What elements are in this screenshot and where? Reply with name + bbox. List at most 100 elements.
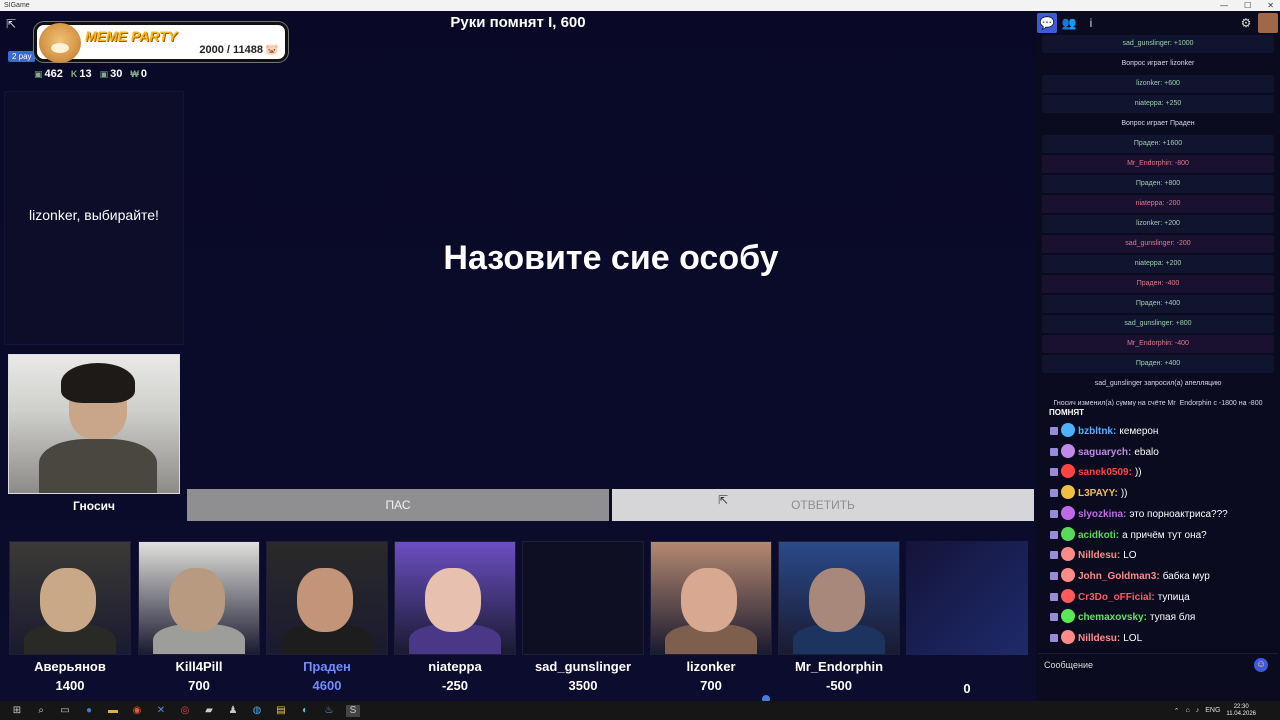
question-text: Назовите сие особу <box>443 239 779 277</box>
overlay-brand: MEME PARTY <box>85 28 178 44</box>
chrome-icon[interactable]: ◉ <box>130 705 144 717</box>
maximize-button[interactable]: ☐ <box>1244 0 1251 11</box>
chat-nick[interactable]: chemaxovsky: <box>1078 612 1147 623</box>
chat-text: тупая бля <box>1149 612 1196 624</box>
app-icon-1[interactable]: ● <box>82 705 96 717</box>
pass-button[interactable]: ПАС <box>187 489 609 521</box>
log-item: sad_gunslinger: -200 <box>1042 235 1274 253</box>
chat-message: Nilldesu: LOL <box>1050 629 1142 649</box>
player-card[interactable]: Mr_Endorphin -500 <box>778 541 900 693</box>
log-item: Праден: -400 <box>1042 275 1274 293</box>
clock[interactable]: 22:30 11.04.2026 <box>1226 704 1256 718</box>
player-video <box>650 541 772 655</box>
player-card[interactable]: niateppa -250 <box>394 541 516 693</box>
chat-avatar <box>1061 630 1075 644</box>
player-name: Mr_Endorphin <box>794 659 884 674</box>
chat-tab-icon[interactable]: 💬 <box>1037 13 1057 33</box>
chat-message: chemaxovsky: тупая бля <box>1050 608 1195 628</box>
info-tab-icon[interactable]: i <box>1081 13 1101 33</box>
player-card[interactable]: lizonker 700 <box>650 541 772 693</box>
chat-text: )) <box>1134 467 1142 479</box>
log-item: Вопрос играет Праден <box>1042 115 1274 133</box>
game-area: ⇱ Руки помнят I, 600 2 рау MEME PARTY 20… <box>0 11 1036 703</box>
folder-icon[interactable]: ▬ <box>106 705 120 717</box>
twitch-icon <box>1050 427 1058 435</box>
chat-nick[interactable]: slyozkina: <box>1078 509 1126 520</box>
chat-nick[interactable]: Cr3Do_oFFicial: <box>1078 592 1155 603</box>
system-tray: ⌃ ⌂ ♪ ENG 22:30 11.04.2026 <box>1174 701 1256 720</box>
twitch-icon <box>1050 447 1058 456</box>
players-tab-icon[interactable]: 👥 <box>1059 13 1079 33</box>
chat-avatar <box>1061 485 1075 500</box>
twitch-icon <box>1050 634 1058 642</box>
chat-text: ebalo <box>1134 446 1159 458</box>
chat-message: saguarych: ebalo <box>1050 443 1159 463</box>
log-item: niateppa: +200 <box>1042 255 1274 273</box>
app-icon-3[interactable]: ◎ <box>178 705 192 717</box>
player-video <box>394 541 516 655</box>
twitch-icon <box>1050 592 1058 601</box>
chat-nick[interactable]: Nilldesu: <box>1078 633 1120 644</box>
network-icon[interactable]: ⌂ <box>1186 707 1190 714</box>
taskview-icon[interactable]: ▭ <box>58 705 72 717</box>
twitch-icon <box>1050 551 1058 560</box>
chat-nick[interactable]: Nilldesu: <box>1078 550 1120 561</box>
sigame-taskbar-icon[interactable]: S <box>346 704 360 717</box>
log-item: lizonker: +200 <box>1042 215 1274 233</box>
mouse-cursor-icon: ⇱ <box>718 493 729 507</box>
chat-avatar <box>1061 567 1075 582</box>
gear-icon[interactable]: ⚙ <box>1236 13 1256 33</box>
player-card[interactable]: Аверьянов 1400 <box>9 541 131 693</box>
minimize-button[interactable]: — <box>1220 0 1228 11</box>
volume-icon[interactable]: ♪ <box>1196 707 1200 714</box>
search-icon[interactable]: ⌕ <box>34 705 48 717</box>
chooser-text: lizonker, выбирайте! <box>29 207 159 223</box>
player-score: 3500 <box>568 678 598 693</box>
message-input[interactable]: Сообщение ☺ <box>1038 653 1278 675</box>
chat-message: Cr3Do_oFFicial: тупица <box>1050 588 1190 608</box>
player-score: 4600 <box>312 678 342 693</box>
chat-nick[interactable]: L3PAYY: <box>1078 488 1118 499</box>
steam-icon[interactable]: ♨ <box>322 705 336 717</box>
player-name: Kill4Pill <box>175 659 223 674</box>
log-item: sad_gunslinger: +1000 <box>1042 35 1274 53</box>
twitch-icon <box>1050 530 1058 539</box>
app-icon-8[interactable]: ◐ <box>298 705 312 717</box>
chat-nick[interactable]: bzbltnk: <box>1078 426 1116 437</box>
chat-nick[interactable]: acidkoti: <box>1078 530 1119 541</box>
start-icon[interactable]: ⊞ <box>10 705 24 717</box>
player-card[interactable]: sad_gunslinger 3500 <box>522 541 644 693</box>
answer-button[interactable]: ОТВЕТИТЬ <box>612 489 1034 521</box>
player-score: 700 <box>188 678 210 693</box>
app-icon-2[interactable]: ✕ <box>154 705 168 717</box>
close-button[interactable]: ✕ <box>1267 0 1274 11</box>
tray-arrow-icon[interactable]: ⌃ <box>1174 707 1180 715</box>
chat-nick[interactable]: sanek0509: <box>1078 467 1132 478</box>
chat-text: тупица <box>1157 591 1190 603</box>
app-icon-4[interactable]: ▰ <box>202 705 216 717</box>
player-card[interactable]: Праден 4600 <box>266 541 388 693</box>
chat-nick[interactable]: saguarych: <box>1078 447 1131 458</box>
app-icon-5[interactable]: ♟ <box>226 705 240 717</box>
chat-nick[interactable]: John_Goldman3: <box>1078 571 1160 582</box>
windows-taskbar: ⊞ ⌕ ▭ ● ▬ ◉ ✕ ◎ ▰ ♟ ◍ ▤ ◐ ♨ S ⌃ ⌂ ♪ ENG … <box>0 701 1280 720</box>
host-name: Гносич <box>73 499 115 513</box>
empty-player-slot <box>906 541 1028 655</box>
emoji-icon[interactable]: ☺ <box>1254 658 1268 672</box>
player-video <box>9 541 131 655</box>
player-score: -250 <box>441 678 469 693</box>
window-titlebar: SIGame — ☐ ✕ <box>0 0 1280 11</box>
player-name: Праден <box>303 659 351 674</box>
language-indicator[interactable]: ENG <box>1205 707 1220 714</box>
chat-text: LOL <box>1123 633 1143 644</box>
host-video <box>8 354 180 494</box>
app-icon-6[interactable]: ◍ <box>250 705 264 717</box>
stat-live: ▣ 30 <box>99 68 123 80</box>
player-video <box>266 541 388 655</box>
app-icon-7[interactable]: ▤ <box>274 705 288 717</box>
chat-avatar <box>1061 464 1075 479</box>
player-card[interactable]: Kill4Pill 700 <box>138 541 260 693</box>
player-name: Аверьянов <box>34 659 106 674</box>
avatar[interactable] <box>1258 13 1278 33</box>
chat-text: кемерон <box>1119 426 1159 437</box>
